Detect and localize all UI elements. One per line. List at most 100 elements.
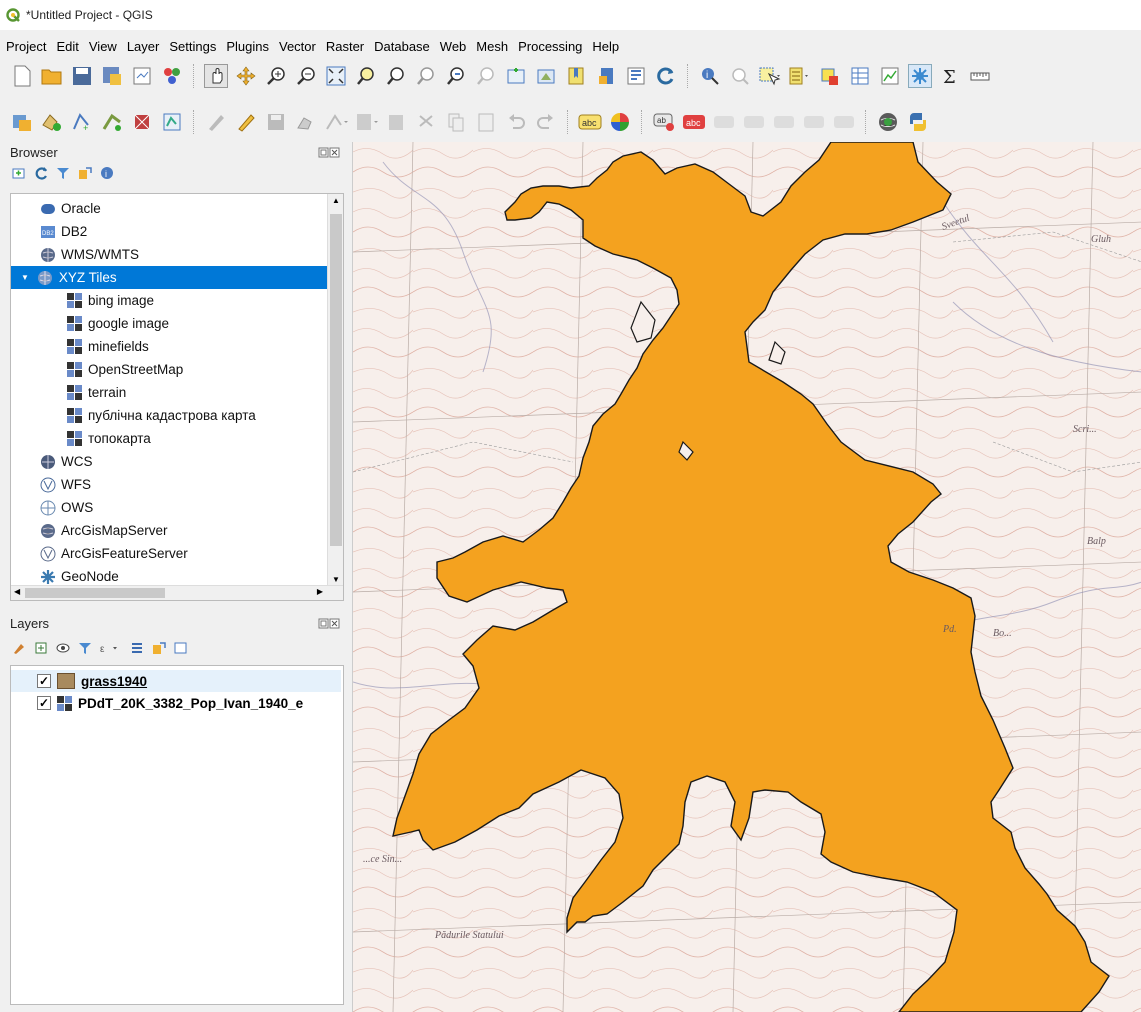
open-project-icon[interactable] [40,64,64,88]
deselect-all-icon[interactable] [818,64,842,88]
browser-item-oracle[interactable]: Oracle [11,197,329,220]
statistical-summary-icon[interactable] [878,64,902,88]
browser-item-google-image[interactable]: google image [11,312,329,335]
move-label-icon[interactable] [712,110,736,134]
browser-item-cadastral-map[interactable]: публічна кадастрова карта [11,404,329,427]
pan-to-selection-icon[interactable] [234,64,258,88]
filter-icon[interactable] [56,166,70,180]
layers-panel-controls[interactable] [318,618,340,631]
scroll-up-icon[interactable]: ▲ [332,196,340,205]
menu-project[interactable]: Project [6,39,46,54]
pan-map-icon[interactable] [204,64,228,88]
open-layer-styling-icon[interactable] [12,641,26,655]
layer-item-raster[interactable]: ✓ PDdT_20K_3382_Pop_Ivan_1940_e [11,692,303,714]
browser-item-topomap[interactable]: топокарта [11,427,329,450]
map-canvas[interactable]: Sveetul Gluh Scri... Balp Pd. Bo... ...c… [352,142,1141,1012]
temporal-controller-icon[interactable] [624,64,648,88]
vertex-tool-icon[interactable] [324,110,348,134]
browser-item-arcgis-feature-server[interactable]: ArcGisFeatureServer [11,542,329,565]
expand-all-icon[interactable] [130,641,144,655]
pin-labels-icon[interactable]: ab [652,110,676,134]
cut-features-icon[interactable] [414,110,438,134]
scroll-down-icon[interactable]: ▼ [332,575,340,584]
plugin-globe-icon[interactable] [876,110,900,134]
add-virtual-layer-icon[interactable] [130,110,154,134]
python-console-icon[interactable] [906,110,930,134]
browser-item-wfs[interactable]: WFS [11,473,329,496]
remove-layer-icon[interactable] [174,641,188,655]
add-feature-icon[interactable] [294,110,318,134]
add-vector-layer-icon[interactable] [40,110,64,134]
sum-icon[interactable]: Σ [938,64,962,88]
browser-item-minefields[interactable]: minefields [11,335,329,358]
highlight-pinned-icon[interactable]: abc [682,110,706,134]
zoom-to-selection-icon[interactable] [354,64,378,88]
save-project-icon[interactable] [70,64,94,88]
browser-horizontal-scrollbar[interactable]: ◀ ▶ [11,585,343,600]
menu-vector[interactable]: Vector [279,39,316,54]
save-as-icon[interactable] [100,64,124,88]
menu-raster[interactable]: Raster [326,39,364,54]
select-features-icon[interactable] [758,64,782,88]
modify-attributes-icon[interactable] [354,110,378,134]
menu-settings[interactable]: Settings [169,39,216,54]
menu-mesh[interactable]: Mesh [476,39,508,54]
open-field-calculator-icon[interactable] [848,64,872,88]
new-3d-map-view-icon[interactable] [534,64,558,88]
select-value-icon[interactable] [788,64,812,88]
add-selected-layers-icon[interactable] [12,166,26,180]
undo-icon[interactable] [504,110,528,134]
menu-web[interactable]: Web [440,39,467,54]
show-hide-labels-icon[interactable] [802,110,826,134]
browser-item-ows[interactable]: OWS [11,496,329,519]
add-group-icon[interactable] [34,641,48,655]
digitize-vertex-icon[interactable]: + [70,110,94,134]
copy-features-icon[interactable] [444,110,468,134]
properties-icon[interactable]: i [100,166,114,180]
filter-legend-icon[interactable] [78,641,92,655]
identify-features-icon[interactable]: i [698,64,722,88]
zoom-to-layer-icon[interactable] [384,64,408,88]
new-print-layout-icon[interactable] [130,64,154,88]
collapse-all-layers-icon[interactable] [152,641,166,655]
browser-vertical-scrollbar[interactable]: ▲ ▼ [327,194,343,586]
paste-features-icon[interactable] [474,110,498,134]
browser-tree[interactable]: Oracle DB2 DB2 WMS/WMTS ▼ XYZ Tiles bing… [10,193,344,601]
menu-help[interactable]: Help [592,39,619,54]
new-bookmark-icon[interactable] [564,64,588,88]
browser-item-db2[interactable]: DB2 DB2 [11,220,329,243]
layer-visibility-checkbox[interactable]: ✓ [37,696,51,710]
menu-plugins[interactable]: Plugins [226,39,269,54]
browser-refresh-icon[interactable] [34,166,48,180]
refresh-icon[interactable] [654,64,678,88]
layers-tree[interactable]: ✓ grass1940 ✓ PDdT_20K_3382_Pop_Ivan_194… [10,665,344,1005]
zoom-last-icon[interactable] [444,64,468,88]
browser-panel-controls[interactable] [318,147,340,160]
new-project-icon[interactable] [10,64,34,88]
browser-item-wcs[interactable]: WCS [11,450,329,473]
browser-item-arcgis-map-server[interactable]: ArcGisMapServer [11,519,329,542]
label-toolbar-icon[interactable]: abc [578,110,602,134]
manage-map-themes-icon[interactable] [56,641,70,655]
new-map-view-icon[interactable] [504,64,528,88]
browser-item-openstreetmap[interactable]: OpenStreetMap [11,358,329,381]
zoom-in-icon[interactable] [264,64,288,88]
open-attribute-table-icon[interactable] [728,64,752,88]
save-layer-edits-icon[interactable] [264,110,288,134]
scroll-right-icon[interactable]: ▶ [317,587,323,596]
menu-edit[interactable]: Edit [56,39,78,54]
layer-visibility-checkbox[interactable]: ✓ [37,674,51,688]
redo-icon[interactable] [534,110,558,134]
show-bookmarks-icon[interactable] [594,64,618,88]
browser-item-xyz-tiles[interactable]: ▼ XYZ Tiles [11,266,329,289]
browser-item-wms-wmts[interactable]: WMS/WMTS [11,243,329,266]
measure-icon[interactable] [968,64,992,88]
zoom-out-icon[interactable] [294,64,318,88]
add-spatialite-icon[interactable] [100,110,124,134]
browser-item-bing-image[interactable]: bing image [11,289,329,312]
filter-by-expression-icon[interactable]: ε [100,641,122,655]
collapse-all-icon[interactable] [78,166,92,180]
rotate-label-icon[interactable] [742,110,766,134]
label-properties-icon[interactable] [832,110,856,134]
current-edits-icon[interactable] [234,110,258,134]
